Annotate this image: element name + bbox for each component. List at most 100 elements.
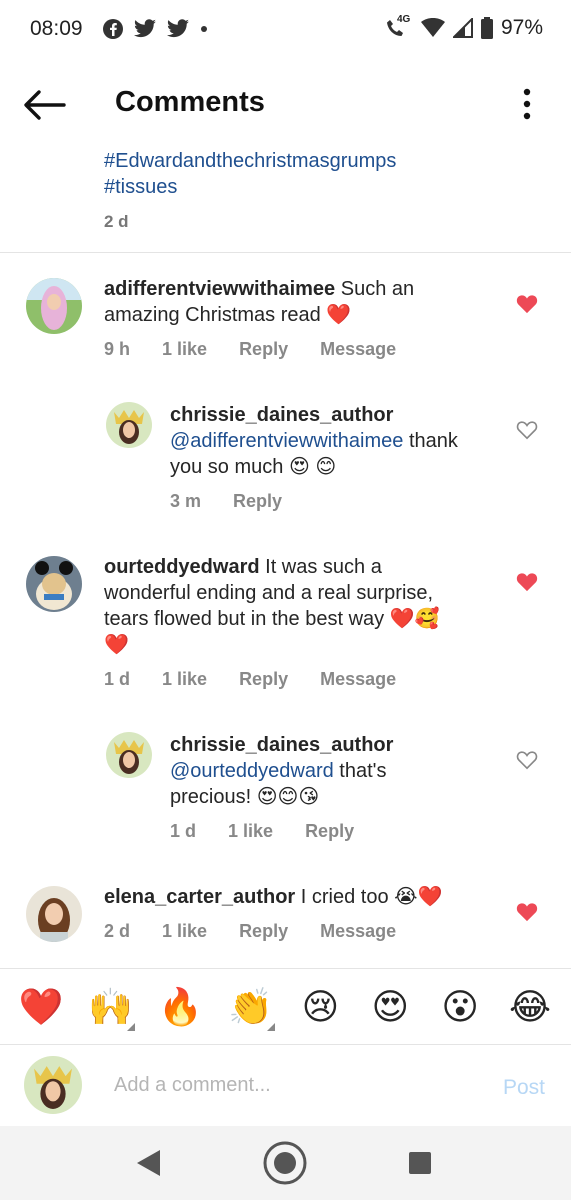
divider <box>0 968 571 969</box>
comment-body: that's <box>333 760 387 782</box>
back-arrow-icon[interactable] <box>22 88 66 122</box>
network-type: 4G <box>396 14 411 25</box>
comment-body: It was such a <box>259 556 382 578</box>
message-button[interactable]: Message <box>320 669 396 690</box>
comment-body: you so much 😍 😊 <box>170 456 337 478</box>
signal-icon <box>452 18 473 38</box>
system-nav-bar <box>0 1126 571 1200</box>
top-app-bar: Comments <box>0 62 571 148</box>
wifi-icon <box>420 18 445 37</box>
dot-icon <box>201 26 207 32</box>
page-title: Comments <box>115 86 265 118</box>
comment-text: elena_carter_author I cried too 😭❤️ <box>104 884 504 910</box>
reply-button[interactable]: Reply <box>239 921 288 942</box>
comment-time: 1 d <box>170 821 197 841</box>
comment-composer: Add a comment... Post <box>0 1044 571 1126</box>
comment-time: 3 m <box>170 491 202 511</box>
comment-text: ourteddyedward It was such a wonderful e… <box>104 554 514 658</box>
heart-outline-icon[interactable] <box>516 420 538 440</box>
avatar[interactable] <box>26 556 82 612</box>
caption-timestamp: 2 d <box>104 212 129 231</box>
comment-text: chrissie_daines_author @adifferentviewwi… <box>170 402 510 480</box>
comment-actions: 9 h 1 like Reply Message <box>104 339 396 360</box>
more-options-icon[interactable] <box>523 88 531 120</box>
reply-button[interactable]: Reply <box>233 491 282 512</box>
emoji-surprised[interactable]: 😮 <box>434 987 486 1027</box>
comment-actions: 3 m Reply <box>170 491 282 512</box>
avatar[interactable] <box>106 732 152 778</box>
emoji-fire[interactable]: 🔥 <box>155 987 207 1027</box>
comment-body: amazing Christmas read ❤️ <box>104 304 352 326</box>
battery-percent: 97% <box>500 16 543 39</box>
avatar[interactable] <box>26 278 82 334</box>
message-button[interactable]: Message <box>320 339 396 360</box>
comment-username[interactable]: elena_carter_author <box>104 886 295 908</box>
comment-username[interactable]: ourteddyedward <box>104 556 260 578</box>
post-button[interactable]: Post <box>503 1076 545 1100</box>
comment-actions: 1 d 1 like Reply <box>170 821 354 842</box>
heart-filled-icon[interactable] <box>516 572 538 592</box>
comment-body: I cried too 😭❤️ <box>295 886 443 908</box>
comment-time: 1 d <box>104 669 131 689</box>
nav-back-icon[interactable] <box>134 1148 162 1178</box>
status-bar: 08:09 4G 97% <box>0 0 571 62</box>
comment-reply-item: chrissie_daines_author @ourteddyedward t… <box>0 726 571 846</box>
comment-username[interactable]: chrissie_daines_author <box>170 404 393 426</box>
avatar[interactable] <box>106 402 152 448</box>
comment-text: adifferentviewwithaimee Such an amazing … <box>104 276 504 328</box>
system-status: 4G 97% <box>385 14 543 40</box>
heart-filled-icon[interactable] <box>516 294 538 314</box>
twitter-icon <box>134 19 156 38</box>
emoji-raising-hands[interactable]: 🙌 <box>85 986 137 1031</box>
message-button[interactable]: Message <box>320 921 396 942</box>
comment-item: elena_carter_author I cried too 😭❤️ 2 d … <box>0 880 571 960</box>
emoji-clapping[interactable]: 👏 <box>225 986 277 1031</box>
reply-button[interactable]: Reply <box>305 821 354 842</box>
emoji-glyph: 👏 <box>228 986 273 1027</box>
comment-actions: 1 d 1 like Reply Message <box>104 669 396 690</box>
comment-text: chrissie_daines_author @ourteddyedward t… <box>170 732 510 810</box>
emoji-crying[interactable]: 😢 <box>294 987 346 1027</box>
mention-link[interactable]: @adifferentviewwithaimee <box>170 430 403 452</box>
comment-time: 9 h <box>104 339 131 359</box>
facebook-icon <box>103 19 123 39</box>
mention-link[interactable]: @ourteddyedward <box>170 760 334 782</box>
comment-body: Such an <box>335 278 415 300</box>
emoji-heart-eyes[interactable]: 😍 <box>364 987 416 1027</box>
comment-username[interactable]: chrissie_daines_author <box>170 734 393 756</box>
comment-body: ❤️ <box>104 634 129 656</box>
comment-input[interactable]: Add a comment... <box>114 1074 271 1097</box>
divider <box>0 252 571 253</box>
twitter-icon <box>167 19 189 38</box>
reply-button[interactable]: Reply <box>239 669 288 690</box>
post-caption: #Edwardandthechristmasgrumps #tissues <box>104 148 396 200</box>
avatar[interactable] <box>26 886 82 942</box>
likes-count[interactable]: 1 like <box>162 339 207 360</box>
heart-outline-icon[interactable] <box>516 750 538 770</box>
heart-filled-icon[interactable] <box>516 902 538 922</box>
comment-username[interactable]: adifferentviewwithaimee <box>104 278 335 300</box>
emoji-red-heart[interactable]: ❤️ <box>15 987 67 1027</box>
comment-body: tears flowed but in the best way ❤️🥰 <box>104 608 440 630</box>
hashtag-link[interactable]: #tissues <box>104 174 396 200</box>
comment-reply-item: chrissie_daines_author @adifferentviewwi… <box>0 396 571 516</box>
comment-item: ourteddyedward It was such a wonderful e… <box>0 550 571 700</box>
emoji-laughing[interactable]: 😂 <box>504 987 556 1027</box>
skin-tone-indicator <box>126 1023 135 1031</box>
hashtag-link[interactable]: #Edwardandthechristmasgrumps <box>104 148 396 174</box>
battery-icon <box>480 17 493 39</box>
comment-item: adifferentviewwithaimee Such an amazing … <box>0 270 571 370</box>
likes-count[interactable]: 1 like <box>162 921 207 942</box>
likes-count[interactable]: 1 like <box>228 821 273 842</box>
volte-call-icon: 4G <box>385 14 413 40</box>
current-user-avatar <box>24 1056 82 1114</box>
emoji-glyph: 🙌 <box>88 986 134 1027</box>
comment-time: 2 d <box>104 921 131 941</box>
nav-home-icon[interactable] <box>262 1140 308 1186</box>
likes-count[interactable]: 1 like <box>162 669 207 690</box>
nav-recents-icon[interactable] <box>408 1151 432 1175</box>
comment-body: wonderful ending and a real surprise, <box>104 582 434 604</box>
comment-body: precious! 😍😊😘 <box>170 786 320 808</box>
status-time: 08:09 <box>30 17 83 40</box>
reply-button[interactable]: Reply <box>239 339 288 360</box>
